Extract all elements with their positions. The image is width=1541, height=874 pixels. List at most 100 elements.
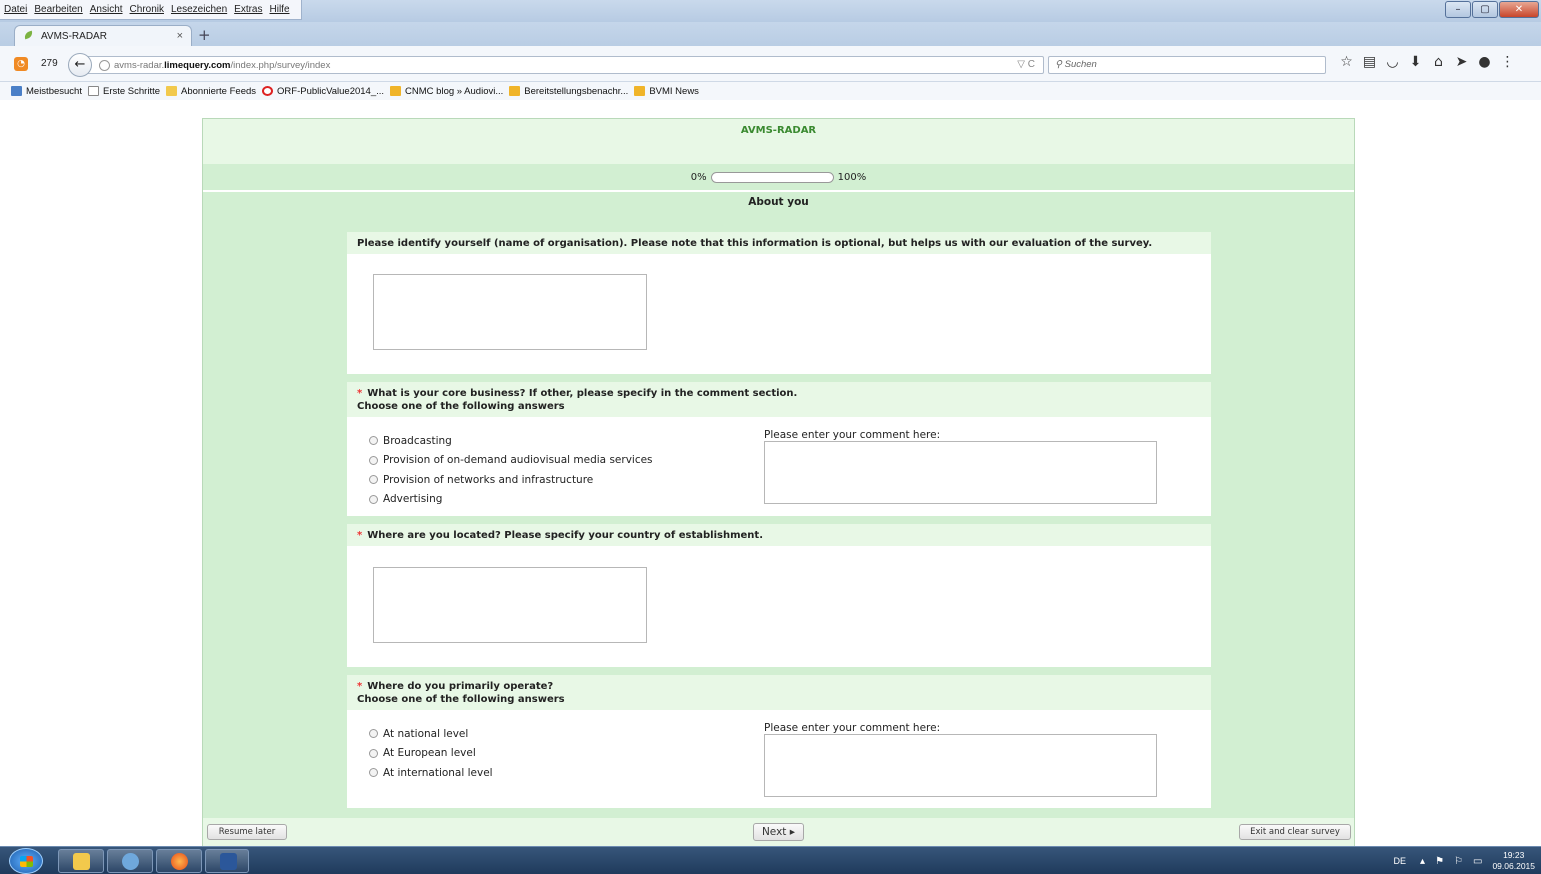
option-european[interactable]: At European level	[369, 744, 493, 764]
bookmark-abonnierte-feeds[interactable]: Abonnierte Feeds	[166, 86, 256, 97]
option-national[interactable]: At national level	[369, 724, 493, 744]
organisation-textarea[interactable]	[373, 274, 647, 350]
core-business-comment[interactable]	[764, 441, 1157, 504]
taskbar-word[interactable]	[205, 849, 249, 873]
bookmark-meistbesucht[interactable]: Meistbesucht	[11, 86, 82, 97]
pocket-icon[interactable]: ◡	[1381, 54, 1404, 70]
bookmark-cnmc[interactable]: CNMC blog » Audiovi...	[390, 86, 503, 97]
address-bar[interactable]: avms-radar. limequery.com/index.php/surve…	[88, 56, 1044, 74]
group-title: About you	[748, 196, 809, 208]
page-icon	[87, 86, 99, 96]
menu-datei[interactable]: Datei	[4, 4, 27, 15]
taskbar-thunderbird[interactable]	[107, 849, 153, 873]
search-input[interactable]: ⚲ Suchen	[1048, 56, 1326, 74]
radio-button[interactable]	[369, 748, 378, 758]
start-button[interactable]	[9, 848, 43, 874]
show-hidden-icons-icon[interactable]: ▴	[1420, 856, 1425, 867]
minimize-button[interactable]: –	[1445, 1, 1471, 18]
tab-close-icon[interactable]: ×	[177, 30, 183, 42]
menu-ansicht[interactable]: Ansicht	[90, 4, 123, 15]
option-label: Provision of networks and infrastructure	[383, 473, 594, 486]
location-textarea[interactable]	[373, 567, 647, 643]
option-on-demand[interactable]: Provision of on-demand audiovisual media…	[369, 451, 653, 471]
flag-icon[interactable]: ⚐	[1454, 856, 1463, 867]
option-label: Advertising	[383, 493, 443, 506]
bookmark-orf[interactable]: ORF-PublicValue2014_...	[262, 86, 384, 97]
thunderbird-icon	[122, 853, 139, 870]
maximize-button[interactable]: ▢	[1472, 1, 1498, 18]
bookmark-label: CNMC blog » Audiovi...	[405, 85, 504, 97]
option-broadcasting[interactable]: Broadcasting	[369, 431, 653, 451]
bookmark-label: Bereitstellungsbenachr...	[524, 85, 629, 97]
menu-lesezeichen[interactable]: Lesezeichen	[171, 4, 227, 15]
menu-bearbeiten[interactable]: Bearbeiten	[34, 4, 82, 15]
search-placeholder: Suchen	[1064, 59, 1097, 70]
menu-items: Datei Bearbeiten Ansicht Chronik Lesezei…	[0, 0, 302, 20]
bookmark-label: Meistbesucht	[26, 85, 82, 97]
star-icon[interactable]: ☆	[1335, 54, 1358, 70]
taskbar-firefox[interactable]	[156, 849, 202, 873]
option-label: Provision of on-demand audiovisual media…	[383, 454, 653, 467]
question-help: Choose one of the following answers	[357, 401, 565, 412]
survey-page: AVMS-RADAR 0% 100% About you Please iden…	[202, 118, 1355, 846]
question-core-business: * What is your core business? If other, p…	[347, 382, 1211, 516]
language-indicator[interactable]: DE	[1394, 856, 1407, 866]
rss-icon[interactable]: ◔	[14, 57, 28, 71]
radio-button[interactable]	[369, 455, 378, 465]
option-international[interactable]: At international level	[369, 763, 493, 783]
radio-button[interactable]	[369, 729, 378, 739]
network-icon[interactable]: ▭	[1473, 856, 1482, 867]
operate-comment[interactable]	[764, 734, 1157, 797]
exit-clear-survey-button[interactable]: Exit and clear survey	[1239, 824, 1351, 840]
taskbar-explorer[interactable]	[58, 849, 104, 873]
menu-icon[interactable]: ⋮	[1496, 54, 1519, 70]
home-icon[interactable]: ⌂	[1427, 54, 1450, 70]
bookmark-bvmi[interactable]: BVMI News	[634, 86, 699, 97]
tab-avms-radar[interactable]: AVMS-RADAR ×	[14, 25, 192, 46]
progress-bar	[710, 171, 834, 183]
resume-later-button[interactable]: Resume later	[207, 824, 287, 840]
question-organisation: Please identify yourself (name of organi…	[347, 232, 1211, 374]
download-icon[interactable]: ⬇	[1404, 54, 1427, 70]
required-marker: *	[357, 681, 363, 692]
globe-icon	[99, 59, 110, 71]
radio-button[interactable]	[369, 494, 378, 504]
reading-list-icon[interactable]: ▤	[1358, 54, 1381, 70]
menu-extras[interactable]: Extras	[234, 4, 262, 15]
system-tray: DE ▴ ⚑ ⚐ ▭ 19:23 09.06.2015	[1394, 850, 1535, 872]
menu-chronik[interactable]: Chronik	[130, 4, 164, 15]
option-label: Broadcasting	[383, 434, 452, 447]
radio-button[interactable]	[369, 768, 378, 778]
close-window-button[interactable]: ✕	[1499, 1, 1539, 18]
progress-max-label: 100%	[837, 171, 867, 183]
back-button[interactable]: ←	[68, 53, 92, 77]
reload-icon[interactable]: ▽ C	[1017, 59, 1035, 70]
question-header: * What is your core business? If other, p…	[347, 382, 1211, 417]
clock[interactable]: 19:23 09.06.2015	[1492, 850, 1535, 872]
bookmark-erste-schritte[interactable]: Erste Schritte	[87, 86, 160, 97]
toolbar-icons: ☆ ▤ ◡ ⬇ ⌂ ➤ ● ⋮	[1335, 54, 1519, 70]
action-center-icon[interactable]: ⚑	[1435, 856, 1444, 867]
rss-count: 279	[41, 58, 58, 69]
survey-title: AVMS-RADAR	[203, 118, 1354, 164]
bookmark-label: ORF-PublicValue2014_...	[277, 85, 385, 97]
bookmark-bereitstellung[interactable]: Bereitstellungsbenachr...	[509, 86, 628, 97]
new-tab-button[interactable]: +	[198, 26, 211, 44]
chat-icon[interactable]: ●	[1473, 54, 1496, 70]
required-marker: *	[357, 388, 363, 399]
option-advertising[interactable]: Advertising	[369, 490, 653, 510]
option-networks[interactable]: Provision of networks and infrastructure	[369, 470, 653, 490]
tab-title: AVMS-RADAR	[41, 30, 107, 42]
comment-label: Please enter your comment here:	[764, 429, 941, 441]
orf-icon	[262, 86, 274, 96]
radio-button[interactable]	[369, 475, 378, 485]
limesurvey-favicon-icon	[23, 30, 35, 42]
bookmark-label: BVMI News	[649, 85, 699, 97]
send-icon[interactable]: ➤	[1450, 54, 1473, 70]
bookmarks-bar: Meistbesucht Erste Schritte Abonnierte F…	[0, 82, 1541, 100]
radio-button[interactable]	[369, 436, 378, 446]
next-button[interactable]: Next ▸	[753, 823, 804, 841]
option-label: At international level	[383, 766, 493, 779]
menu-hilfe[interactable]: Hilfe	[270, 4, 290, 15]
url-path: /index.php/survey/index	[230, 59, 331, 71]
